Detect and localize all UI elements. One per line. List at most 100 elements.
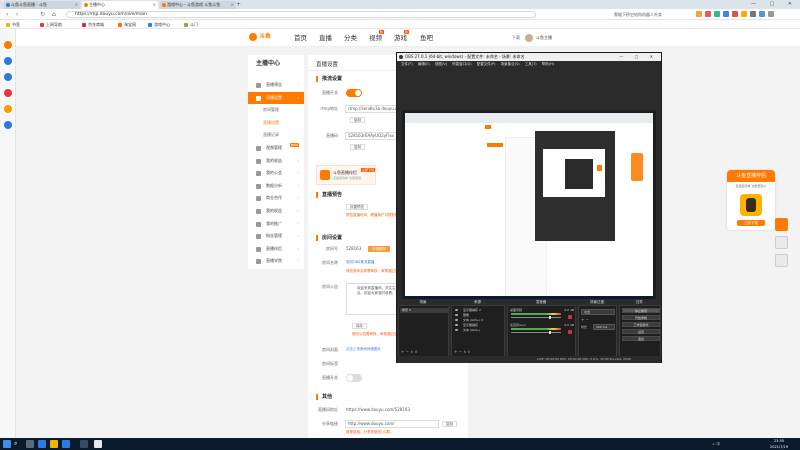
extension-icon[interactable] bbox=[759, 11, 765, 17]
taskbar-app-icon[interactable] bbox=[38, 440, 46, 448]
taskbar-app-icon[interactable] bbox=[62, 440, 70, 448]
taskbar-app-icon[interactable] bbox=[50, 440, 58, 448]
side-play-icon[interactable] bbox=[775, 218, 788, 231]
bookmark-item[interactable]: 斗门 bbox=[184, 20, 198, 29]
nav-games[interactable]: 游戏新 bbox=[394, 30, 410, 43]
home-icon[interactable]: ⌂ bbox=[52, 10, 56, 19]
back-icon[interactable]: ‹ bbox=[6, 10, 8, 19]
obs-menu-bar[interactable]: 文件(F) 编辑(E) 视图(V) 停靠窗口(D) 配置文件(P) 场景集合(S… bbox=[397, 61, 661, 68]
transition-select[interactable]: 淡出 bbox=[581, 309, 615, 315]
room-name-link[interactable]: 测试OBS推流直播 bbox=[346, 260, 374, 265]
promo-cta[interactable]: 立即下载 bbox=[361, 168, 375, 172]
share-url-field[interactable]: http://www.douyu.com/ bbox=[345, 420, 439, 428]
extension-icon[interactable] bbox=[714, 11, 720, 17]
reload-icon[interactable]: ↻ bbox=[40, 10, 45, 19]
tab-close-icon[interactable]: × bbox=[153, 1, 156, 9]
rtmp-field[interactable]: rtmp://sendtc3a.douyu.com/live bbox=[345, 105, 397, 113]
volume-slider-handle[interactable] bbox=[549, 316, 551, 319]
taskbar-obs-icon[interactable] bbox=[80, 440, 88, 448]
obs-window-controls[interactable]: — ▢ ✕ bbox=[619, 53, 658, 61]
sidebar-subitem[interactable]: 直播记录 bbox=[248, 129, 304, 141]
visibility-icon[interactable] bbox=[455, 314, 458, 316]
source-item[interactable]: 显示器捕获 bbox=[453, 323, 504, 328]
user-name[interactable]: 斗鱼主播 bbox=[536, 34, 552, 42]
browser-tab-3[interactable]: 游戏中心 - 斗鱼游戏 斗鱼斗鱼 × bbox=[160, 1, 236, 9]
copy-key-button[interactable]: 复制 bbox=[350, 144, 365, 150]
sidebar-subitem[interactable]: 房间管理 bbox=[248, 104, 304, 116]
sidebar-item[interactable]: 我的公会 › bbox=[248, 167, 304, 179]
start-recording-button[interactable]: 开始录制 bbox=[622, 315, 660, 320]
copy-share-button[interactable]: 复制 bbox=[442, 421, 457, 427]
source-item[interactable]: 文本 (GDI+) bbox=[453, 328, 504, 333]
source-item[interactable]: 图像 bbox=[453, 313, 504, 318]
extension-icon[interactable] bbox=[696, 11, 702, 17]
sidebar-item[interactable]: 我的权益 › bbox=[248, 205, 304, 217]
taskbar-clock[interactable]: 23:55 2021/7/19 bbox=[760, 438, 798, 450]
room-switch-toggle[interactable] bbox=[346, 374, 362, 382]
bookmark-item[interactable]: 淘宝网 bbox=[118, 20, 136, 29]
sidebar-item[interactable]: 直播设置 › bbox=[248, 91, 304, 104]
extension-icon[interactable] bbox=[732, 11, 738, 17]
room-cover-link[interactable]: 点击上传房间封面图片 bbox=[346, 347, 381, 352]
menu-icon[interactable] bbox=[768, 11, 774, 17]
sources-toolbar[interactable]: + − ∧ ∨ bbox=[454, 350, 470, 354]
side-settings-icon[interactable] bbox=[775, 254, 788, 267]
duration-input[interactable]: 300 ms bbox=[593, 324, 615, 330]
side-home-icon[interactable] bbox=[775, 236, 788, 249]
volume-slider[interactable] bbox=[511, 317, 561, 318]
app-icon[interactable] bbox=[4, 73, 12, 81]
sidebar-item[interactable]: 数据分析 › bbox=[248, 180, 304, 192]
search-box[interactable]: 爬坡下桥它给你机器人外卖 bbox=[608, 11, 694, 18]
mute-icon[interactable] bbox=[568, 315, 572, 319]
room-url-value[interactable]: https://www.douyu.com/528163 bbox=[346, 407, 410, 413]
exit-button[interactable]: 退出 bbox=[622, 336, 660, 341]
mute-icon[interactable] bbox=[568, 330, 572, 334]
visibility-icon[interactable] bbox=[455, 324, 458, 326]
window-controls[interactable]: — ▢ ✕ bbox=[751, 0, 798, 9]
settings-button[interactable]: 设置 bbox=[622, 329, 660, 334]
copy-rtmp-button[interactable]: 复制 bbox=[350, 117, 365, 123]
live-switch-toggle[interactable] bbox=[346, 89, 362, 97]
stream-key-field[interactable]: 528163rEAAyUQ2yFlxx bbox=[345, 132, 397, 140]
visibility-icon[interactable] bbox=[455, 319, 458, 321]
scenes-toolbar[interactable]: + − ∧ ∨ bbox=[401, 350, 417, 354]
apply-room-id-button[interactable]: 申请靓号 bbox=[368, 246, 390, 252]
visibility-icon[interactable] bbox=[455, 309, 458, 311]
transition-toolbar[interactable]: + − bbox=[581, 318, 589, 322]
nav-video[interactable]: 视频热 bbox=[369, 30, 385, 43]
bookmark-item[interactable]: 京东商城 bbox=[82, 20, 104, 29]
extension-icon[interactable] bbox=[741, 11, 747, 17]
start-menu-icon[interactable] bbox=[3, 440, 11, 448]
bookmark-item[interactable]: 书签 bbox=[6, 20, 20, 29]
task-view-icon[interactable] bbox=[26, 440, 34, 448]
volume-slider[interactable] bbox=[511, 332, 561, 333]
new-tab-button[interactable]: + bbox=[236, 0, 241, 9]
tab-close-icon[interactable]: × bbox=[231, 1, 234, 9]
tab-close-icon[interactable]: × bbox=[75, 1, 78, 9]
download-link[interactable]: 下载 bbox=[512, 34, 520, 42]
sidebar-item[interactable]: 我的收益 › bbox=[248, 155, 304, 167]
extension-icon[interactable] bbox=[750, 11, 756, 17]
forward-icon[interactable]: › bbox=[16, 10, 18, 19]
nav-fishbar[interactable]: 鱼吧 bbox=[420, 33, 433, 43]
sidebar-item[interactable]: 商业合作 › bbox=[248, 192, 304, 204]
source-item[interactable]: 显示器捕获 2 bbox=[453, 308, 504, 313]
float-promo-card[interactable]: 斗鱼直播伴侣 直播更简单 功能更强大 立即下载 bbox=[727, 170, 775, 230]
sidebar-item[interactable]: 直播预告 › bbox=[248, 79, 304, 91]
nav-live[interactable]: 直播 bbox=[319, 33, 332, 43]
taskbar-app-icon[interactable] bbox=[94, 440, 102, 448]
sidebar-item[interactable]: 视频管理 › NEW bbox=[248, 142, 304, 154]
save-bulletin-button[interactable]: 保存 bbox=[352, 323, 367, 329]
extension-icon[interactable] bbox=[705, 11, 711, 17]
url-input[interactable] bbox=[66, 11, 536, 18]
app-icon[interactable] bbox=[4, 105, 12, 113]
app-icon[interactable] bbox=[4, 121, 12, 129]
nav-home[interactable]: 首页 bbox=[294, 33, 307, 43]
extension-icon[interactable] bbox=[723, 11, 729, 17]
avatar[interactable] bbox=[525, 34, 533, 42]
promo-banner[interactable]: 斗鱼直播伴侣 直播更简单 功能更强 立即下载 bbox=[316, 165, 376, 185]
set-preview-button[interactable]: 设置预告 bbox=[346, 204, 368, 210]
app-icon[interactable] bbox=[4, 89, 12, 97]
taskbar-search-icon[interactable]: ⌕ bbox=[14, 440, 21, 447]
sidebar-subitem[interactable]: 直播设置 bbox=[248, 117, 304, 129]
